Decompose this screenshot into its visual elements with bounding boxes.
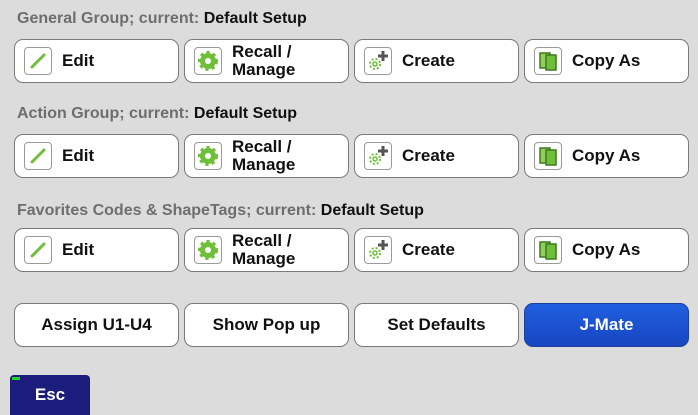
action-group-current: Default Setup — [193, 105, 298, 122]
edit-label: Edit — [62, 51, 95, 70]
create-label: Create — [402, 51, 455, 70]
favorites-edit-button[interactable]: Edit — [14, 228, 179, 272]
edit-label: Edit — [62, 240, 95, 259]
copy-as-label: Copy As — [572, 240, 641, 259]
pencil-icon — [24, 47, 52, 75]
copy-pages-icon — [534, 47, 562, 75]
general-create-button[interactable]: Create — [354, 39, 519, 83]
general-group-title: General Group; current: Default Setup — [17, 10, 307, 27]
edit-label: Edit — [62, 146, 95, 165]
pencil-icon — [24, 142, 52, 170]
copy-as-label: Copy As — [572, 51, 641, 70]
general-group-current: Default Setup — [203, 10, 307, 27]
favorites-recall-manage-button[interactable]: Recall / Manage — [184, 228, 349, 272]
gear-plus-icon — [364, 47, 392, 75]
favorites-group-title: Favorites Codes & ShapeTags; current: De… — [17, 202, 424, 219]
create-label: Create — [402, 240, 455, 259]
copy-pages-icon — [534, 142, 562, 170]
gear-icon — [194, 236, 222, 264]
j-mate-button[interactable]: J-Mate — [524, 303, 689, 347]
favorites-group-current: Default Setup — [320, 202, 424, 219]
gear-icon — [194, 142, 222, 170]
recall-manage-label: Recall / Manage — [232, 231, 296, 268]
general-group-buttons: Edit Recall / Manage Create Copy As — [14, 39, 689, 83]
action-group-title: Action Group; current: Default Setup — [17, 105, 298, 122]
esc-label: Esc — [34, 385, 66, 404]
gear-icon — [194, 47, 222, 75]
bottom-buttons: Assign U1-U4 Show Pop up Set Defaults J-… — [14, 303, 689, 347]
assign-u1-u4-button[interactable]: Assign U1-U4 — [14, 303, 179, 347]
show-popup-button[interactable]: Show Pop up — [184, 303, 349, 347]
action-recall-manage-button[interactable]: Recall / Manage — [184, 134, 349, 178]
favorites-create-button[interactable]: Create — [354, 228, 519, 272]
favorites-group-buttons: Edit Recall / Manage Create Copy As — [14, 228, 689, 272]
status-indicator — [12, 377, 20, 380]
general-edit-button[interactable]: Edit — [14, 39, 179, 83]
action-create-button[interactable]: Create — [354, 134, 519, 178]
action-group-buttons: Edit Recall / Manage Create Copy As — [14, 134, 689, 178]
esc-button[interactable]: Esc — [10, 375, 90, 415]
gear-plus-icon — [364, 142, 392, 170]
set-defaults-button[interactable]: Set Defaults — [354, 303, 519, 347]
action-copy-as-button[interactable]: Copy As — [524, 134, 689, 178]
favorites-copy-as-button[interactable]: Copy As — [524, 228, 689, 272]
general-copy-as-button[interactable]: Copy As — [524, 39, 689, 83]
recall-manage-label: Recall / Manage — [232, 137, 296, 174]
pencil-icon — [24, 236, 52, 264]
create-label: Create — [402, 146, 455, 165]
copy-pages-icon — [534, 236, 562, 264]
copy-as-label: Copy As — [572, 146, 641, 165]
recall-manage-label: Recall / Manage — [232, 42, 296, 79]
gear-plus-icon — [364, 236, 392, 264]
general-recall-manage-button[interactable]: Recall / Manage — [184, 39, 349, 83]
action-edit-button[interactable]: Edit — [14, 134, 179, 178]
